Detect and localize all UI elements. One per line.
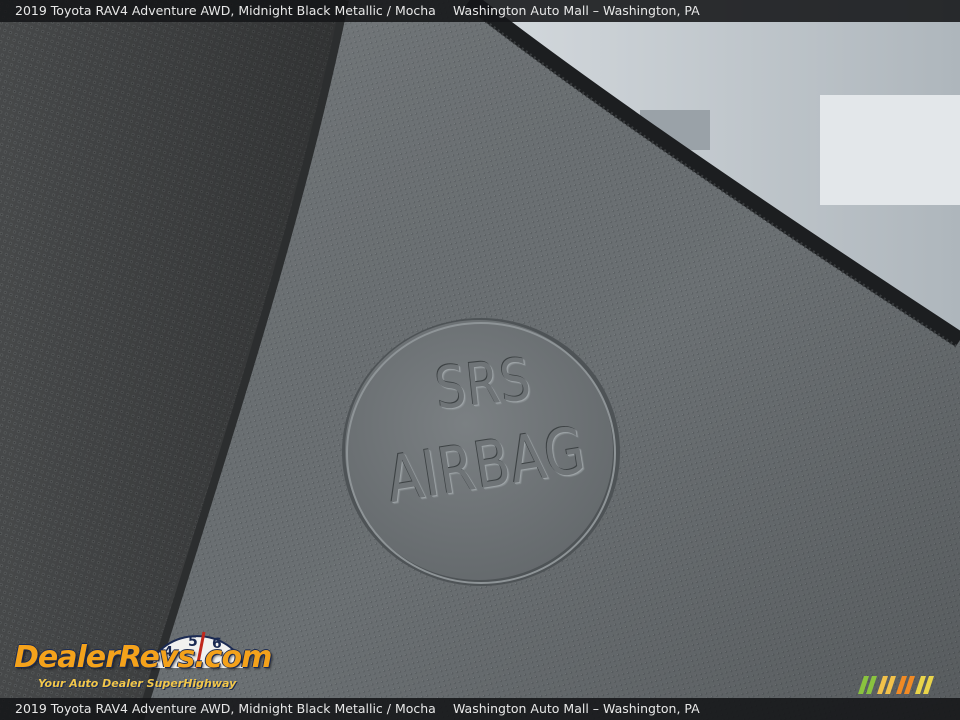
dealer-caption: Washington Auto Mall – Washington, PA	[453, 3, 700, 18]
airbag-label-srs: SRS	[432, 344, 535, 423]
dealerrevs-watermark-logo: 4 5 6 DealerRevs.com Your Auto Dealer Su…	[12, 626, 272, 694]
vehicle-caption: 2019 Toyota RAV4 Adventure AWD, Midnight…	[15, 3, 436, 18]
dealer-caption: Washington Auto Mall – Washington, PA	[453, 701, 700, 716]
watermark-brand: DealerRevs.com	[14, 640, 272, 675]
caption-bar-bottom: 2019 Toyota RAV4 Adventure AWD, Midnight…	[0, 698, 960, 720]
caption-bar-top: 2019 Toyota RAV4 Adventure AWD, Midnight…	[0, 0, 960, 22]
color-stripes-logo	[858, 676, 934, 694]
watermark-tagline: Your Auto Dealer SuperHighway	[38, 677, 237, 690]
vehicle-caption: 2019 Toyota RAV4 Adventure AWD, Midnight…	[15, 701, 436, 716]
